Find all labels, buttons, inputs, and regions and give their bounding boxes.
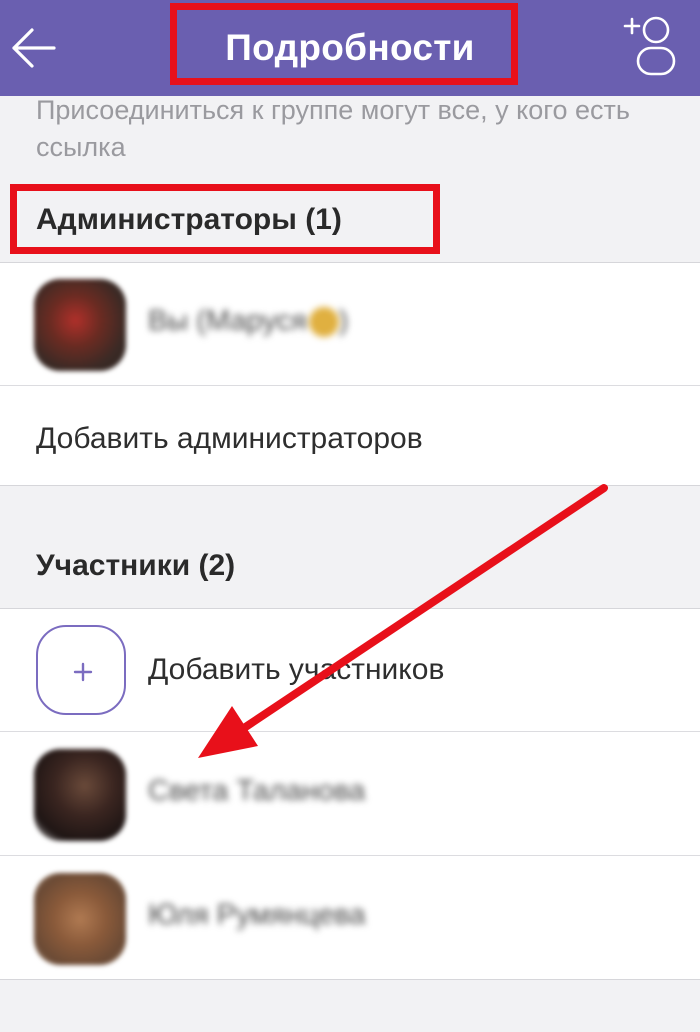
participant-row[interactable]: Юля Румянцева bbox=[0, 857, 700, 980]
add-participant-badge bbox=[36, 625, 126, 715]
avatar bbox=[34, 749, 126, 841]
admins-list: Вы (Маруся) Добавить администраторов bbox=[0, 262, 700, 486]
add-user-button[interactable] bbox=[618, 8, 680, 80]
avatar bbox=[34, 279, 126, 371]
add-admins-label: Добавить администраторов bbox=[36, 422, 423, 455]
add-admins-button[interactable]: Добавить администраторов bbox=[0, 386, 700, 509]
admin-name: Вы (Маруся) bbox=[148, 305, 349, 338]
participant-row[interactable]: Света Таланова bbox=[0, 733, 700, 856]
participants-list: Добавить участников Света Таланова Юля Р… bbox=[0, 608, 700, 980]
emoji-icon bbox=[308, 307, 339, 338]
avatar bbox=[34, 873, 126, 965]
add-user-icon bbox=[623, 16, 676, 76]
join-link-hint: Присоединиться к группе могут все, у ког… bbox=[36, 95, 630, 162]
top-bar: Подробности bbox=[0, 0, 700, 96]
participant-name: Юля Румянцева bbox=[148, 899, 366, 931]
add-participants-button[interactable]: Добавить участников bbox=[0, 609, 700, 732]
admins-section-title: Администраторы (1) bbox=[36, 203, 342, 236]
participant-name: Света Таланова bbox=[148, 775, 366, 807]
admin-row[interactable]: Вы (Маруся) bbox=[0, 263, 700, 386]
participants-section-title: Участники (2) bbox=[36, 549, 236, 582]
plus-icon bbox=[73, 662, 93, 682]
member-name-text: Вы (Маруся bbox=[148, 305, 307, 337]
page-title: Подробности bbox=[225, 27, 475, 68]
add-participants-label: Добавить участников bbox=[148, 653, 445, 686]
